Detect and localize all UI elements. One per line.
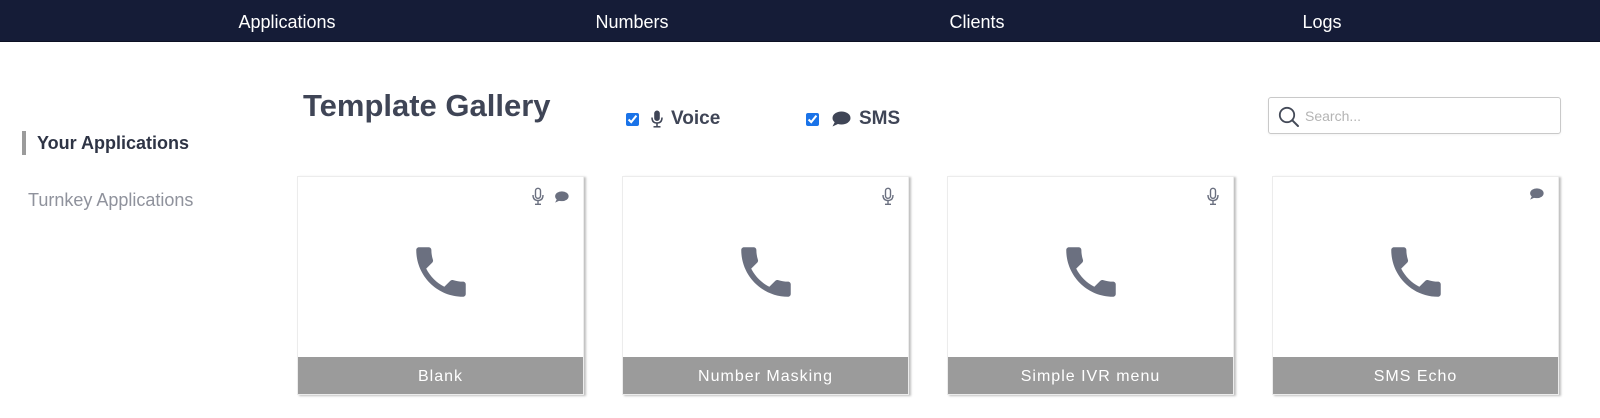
top-nav: Applications Numbers Clients Logs [0, 0, 1600, 42]
search-box[interactable] [1268, 97, 1561, 134]
template-card-simple-ivr-menu[interactable]: Simple IVR menu [947, 176, 1234, 395]
microphone-icon [532, 187, 544, 211]
speech-bubble-icon [1529, 187, 1544, 206]
microphone-icon [882, 187, 894, 211]
voice-filter[interactable]: Voice [626, 104, 720, 134]
card-label: SMS Echo [1273, 357, 1558, 394]
speech-bubble-icon [831, 110, 851, 128]
phone-icon [733, 239, 799, 310]
template-card-sms-echo[interactable]: SMS Echo [1272, 176, 1559, 395]
card-label: Number Masking [623, 357, 908, 394]
sidebar-item-turnkey-applications[interactable]: Turnkey Applications [22, 190, 193, 211]
sidebar-item-your-applications[interactable]: Your Applications [22, 131, 189, 155]
voice-filter-label: Voice [671, 108, 721, 129]
capability-icons [532, 187, 569, 211]
microphone-icon [1207, 187, 1219, 211]
template-card-blank[interactable]: Blank [297, 176, 584, 395]
capability-icons [1207, 187, 1219, 211]
speech-bubble-icon [554, 190, 569, 209]
card-label: Simple IVR menu [948, 357, 1233, 394]
nav-logs[interactable]: Logs [1302, 0, 1341, 42]
nav-applications[interactable]: Applications [238, 0, 335, 42]
sms-filter[interactable]: SMS [806, 104, 900, 134]
phone-icon [1383, 239, 1449, 310]
nav-clients[interactable]: Clients [949, 0, 1004, 42]
card-label: Blank [298, 357, 583, 394]
search-icon [1277, 105, 1301, 134]
sms-checkbox[interactable] [806, 112, 819, 126]
phone-icon [1058, 239, 1124, 310]
capability-icons [882, 187, 894, 211]
voice-checkbox[interactable] [626, 112, 639, 126]
phone-icon [408, 239, 474, 310]
capability-icons [1529, 187, 1544, 206]
microphone-icon [651, 110, 663, 128]
nav-numbers[interactable]: Numbers [595, 0, 668, 42]
search-input[interactable] [1305, 103, 1550, 129]
sms-filter-label: SMS [859, 108, 901, 129]
page-title: Template Gallery [303, 88, 551, 123]
template-card-number-masking[interactable]: Number Masking [622, 176, 909, 395]
